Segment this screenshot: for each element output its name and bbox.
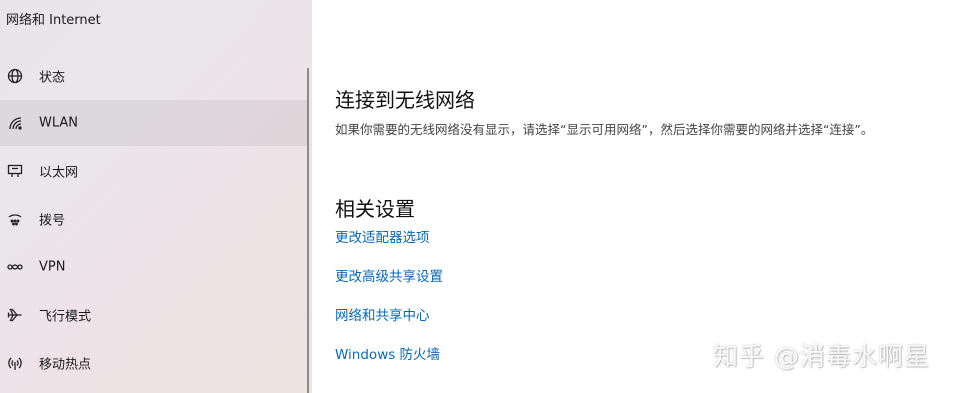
- sidebar-item-label: WLAN: [39, 115, 79, 131]
- change-advanced-sharing-link[interactable]: 更改高级共享设置: [335, 265, 443, 285]
- sidebar-item-label: 飞行模式: [39, 309, 92, 325]
- airplane-icon: [6, 306, 24, 324]
- sidebar-item-mobile-hotspot[interactable]: 移动热点: [0, 340, 307, 386]
- sidebar-item-label: VPN: [39, 259, 66, 275]
- settings-window: 网络和 Internet 状态 WLAN 以太网 拨号 VPN 飞行模式 移动热…: [0, 0, 975, 393]
- sidebar-scrollbar[interactable]: [307, 68, 309, 393]
- page-description: 如果你需要的无线网络没有显示，请选择“显示可用网络”，然后选择你需要的网络并选择…: [335, 122, 874, 137]
- page-title: 连接到无线网络: [335, 88, 475, 112]
- sidebar-item-label: 拨号: [39, 213, 66, 229]
- sidebar-item-dialup[interactable]: 拨号: [0, 196, 307, 242]
- vpn-icon: [6, 258, 24, 276]
- change-adapter-options-link[interactable]: 更改适配器选项: [335, 226, 430, 246]
- wifi-icon: [6, 114, 24, 132]
- ethernet-icon: [6, 162, 24, 180]
- network-sharing-center-link[interactable]: 网络和共享中心: [335, 304, 430, 324]
- sidebar-title: 网络和 Internet: [6, 13, 101, 28]
- sidebar: 网络和 Internet 状态 WLAN 以太网 拨号 VPN 飞行模式 移动热…: [0, 0, 312, 393]
- sidebar-item-vpn[interactable]: VPN: [0, 244, 307, 290]
- related-settings-heading: 相关设置: [335, 197, 415, 221]
- sidebar-item-label: 状态: [39, 70, 66, 86]
- sidebar-item-status[interactable]: 状态: [0, 53, 307, 99]
- hotspot-icon: [6, 354, 24, 372]
- sidebar-item-wlan[interactable]: WLAN: [0, 100, 307, 146]
- globe-icon: [6, 67, 24, 85]
- sidebar-item-airplane-mode[interactable]: 飞行模式: [0, 292, 307, 338]
- windows-firewall-link[interactable]: Windows 防火墙: [335, 343, 440, 363]
- sidebar-item-label: 以太网: [39, 165, 79, 181]
- sidebar-item-label: 移动热点: [39, 357, 92, 373]
- watermark: 知乎 @消毒水啊星: [713, 342, 930, 371]
- dialup-icon: [6, 210, 24, 228]
- sidebar-item-ethernet[interactable]: 以太网: [0, 148, 307, 194]
